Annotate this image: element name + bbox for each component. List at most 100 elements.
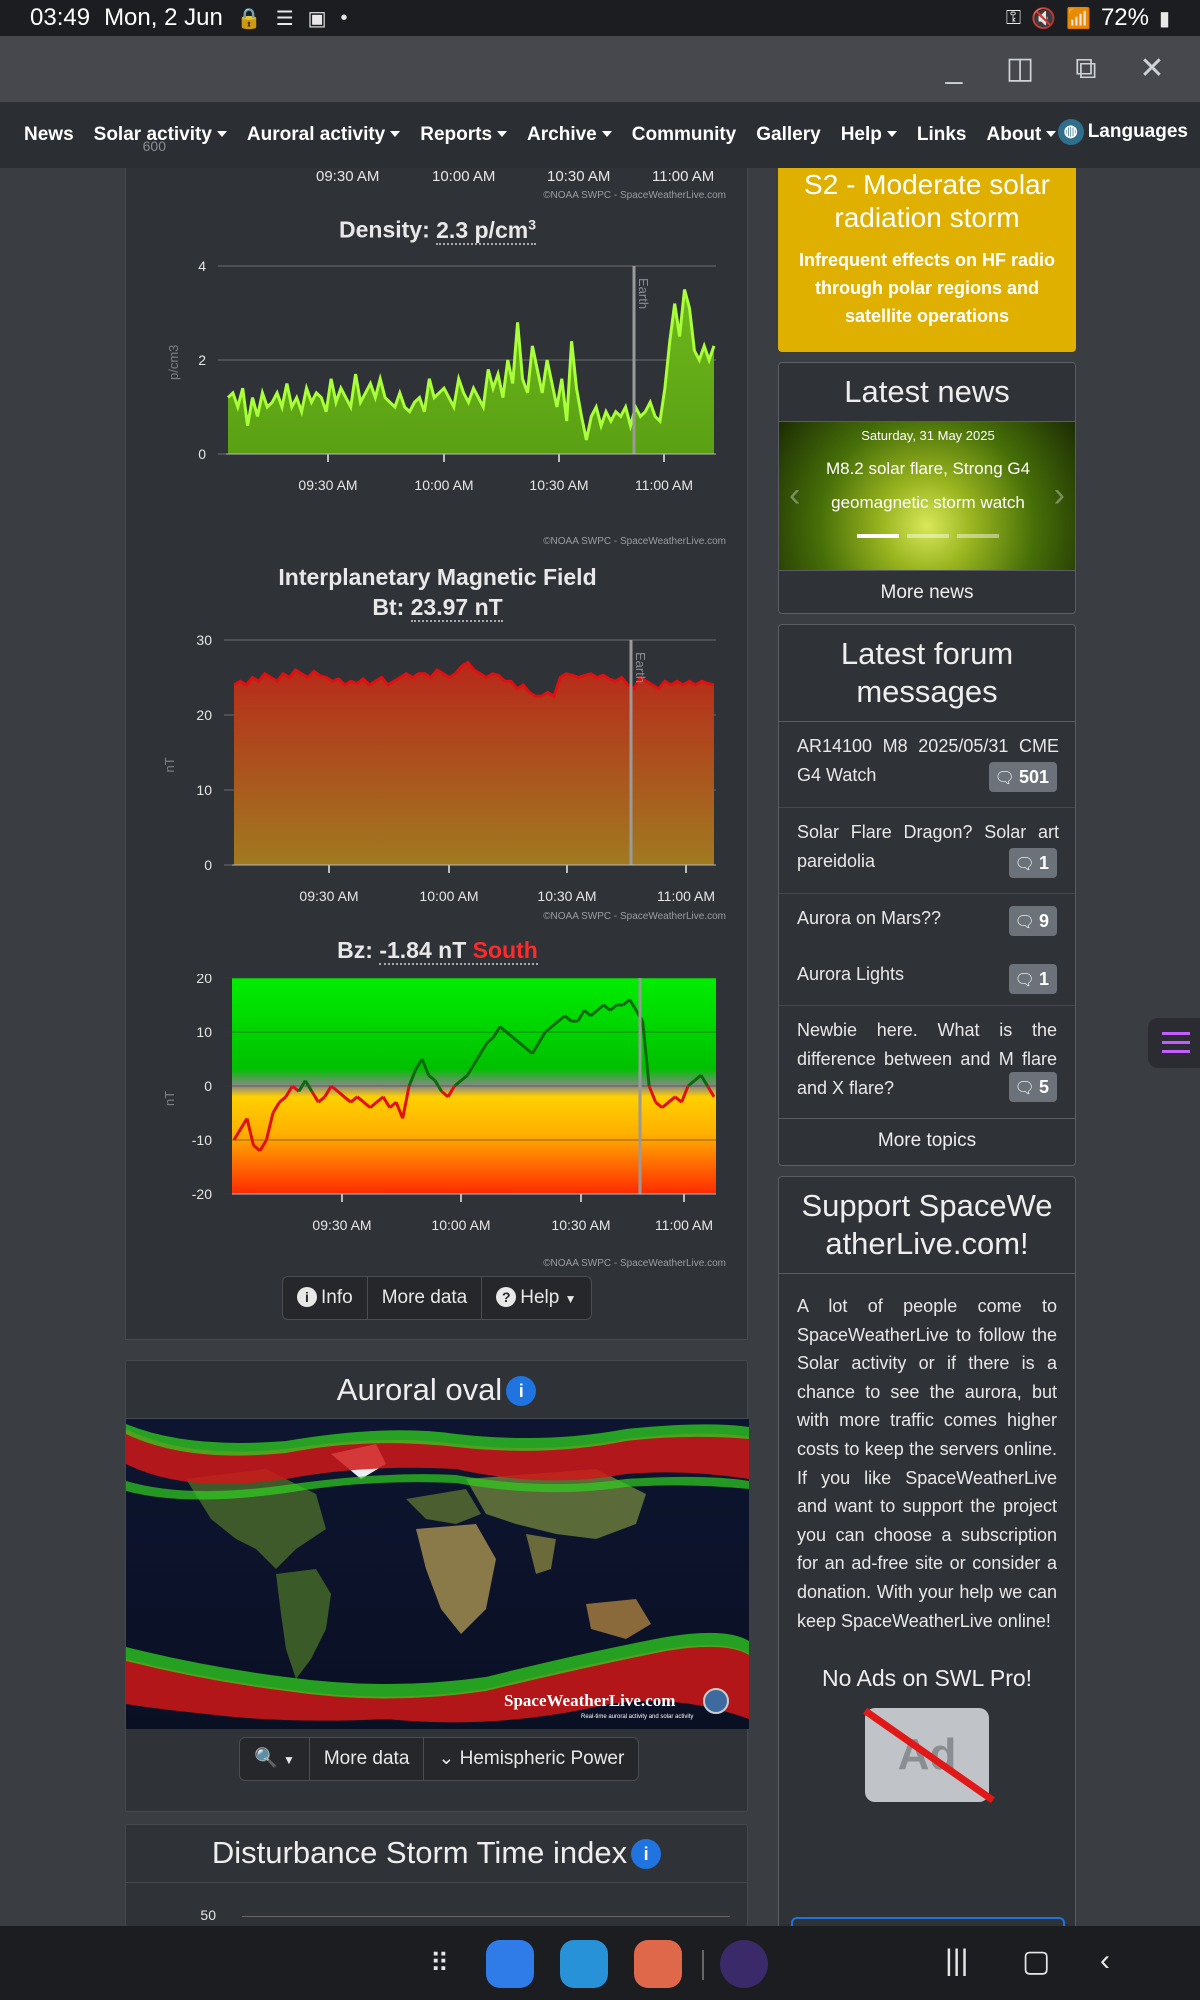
carousel-indicator[interactable] xyxy=(957,534,999,538)
alert-title: S2 - Moderate solar radiation storm xyxy=(804,169,1050,233)
subscribe-button-edge[interactable] xyxy=(791,1917,1065,1926)
edge-panel-handle[interactable] xyxy=(1148,1018,1200,1068)
reply-count: 1 xyxy=(1038,969,1049,989)
reply-count-badge: 🗨 9 xyxy=(1008,906,1057,936)
latest-news-title: Latest news xyxy=(779,363,1075,422)
imf-chart: 0 10 20 30 nT Earth 09:30 AM 10:00 AM 10:30 AM 11… xyxy=(162,632,716,904)
x-tick-label: 09:30 AM xyxy=(299,888,358,904)
more-topics-button[interactable]: More topics xyxy=(779,1118,1075,1162)
info-button[interactable]: i Info xyxy=(283,1277,368,1319)
more-data-button[interactable]: More data xyxy=(368,1277,483,1319)
help-button-label: Help xyxy=(520,1287,560,1308)
nextcloud-app-icon[interactable] xyxy=(560,1940,608,1988)
nav-reports[interactable]: Reports xyxy=(420,124,507,146)
nav-news[interactable]: News xyxy=(24,124,74,146)
files-app-icon[interactable] xyxy=(486,1940,534,1988)
claude-app-icon[interactable] xyxy=(634,1940,682,1988)
y-tick-label: 30 xyxy=(196,632,212,648)
latest-news-card: Latest news Saturday, 31 May 2025 M8.2 s… xyxy=(778,362,1076,614)
x-tick-label: 09:30 AM xyxy=(298,477,357,493)
back-icon[interactable]: ‹ xyxy=(1100,1944,1110,1978)
no-ads-image: Ad xyxy=(863,1708,995,1804)
forum-card: Latest forum messages AR14100 M8 2025/05… xyxy=(778,624,1076,1166)
reply-count-badge: 🗨 1 xyxy=(1008,964,1057,994)
nav-community[interactable]: Community xyxy=(632,124,737,146)
dock-divider xyxy=(702,1950,704,1980)
nav-links[interactable]: Links xyxy=(917,124,967,146)
auroral-oval-header: Auroral oval i xyxy=(126,1361,747,1419)
bz-value-text: -1.84 nT xyxy=(379,937,467,963)
hemispheric-power-label: Hemispheric Power xyxy=(459,1748,625,1769)
imf-title-label: Bt: xyxy=(372,594,405,620)
bz-title: Bz: -1.84 nT South xyxy=(126,937,749,965)
reply-count-badge: 🗨 1 xyxy=(1008,848,1057,878)
globe-icon: ◍ xyxy=(1057,119,1084,145)
popup-view-icon[interactable]: ⧉ xyxy=(1067,50,1105,88)
map-watermark: SpaceWeatherLive.com xyxy=(504,1691,675,1710)
more-news-button[interactable]: More news xyxy=(779,570,1075,613)
x-tick-label: 10:00 AM xyxy=(414,477,473,493)
nav-auroral-activity[interactable]: Auroral activity xyxy=(247,124,400,146)
firefox-app-icon[interactable] xyxy=(720,1940,768,1988)
x-tick-label: 10:00 AM xyxy=(419,888,478,904)
nav-gallery[interactable]: Gallery xyxy=(756,124,820,146)
forum-item[interactable]: AR14100 M8 2025/05/31 CME G4 Watch 🗨 501 xyxy=(779,722,1075,808)
dst-card: Disturbance Storm Time index i 50 xyxy=(125,1824,748,1926)
alert-box[interactable]: S2 - Moderate solar radiation storm Infr… xyxy=(778,168,1076,352)
carousel-next-icon[interactable]: › xyxy=(1054,476,1065,515)
info-icon[interactable]: i xyxy=(506,1376,537,1406)
bz-value: -1.84 nT South xyxy=(379,937,538,965)
app-drawer-icon[interactable]: ⠿ xyxy=(430,1948,451,1979)
forum-item[interactable]: Aurora on Mars?? 🗨 9 xyxy=(779,894,1075,950)
news-date: Saturday, 31 May 2025 xyxy=(861,428,995,443)
zoom-dropdown-button[interactable]: 🔍 ▼ xyxy=(240,1738,310,1780)
nav-help[interactable]: Help xyxy=(841,124,897,146)
map-watermark-sub: Real-time auroral activity and solar act… xyxy=(581,1714,693,1720)
forum-item[interactable]: Solar Flare Dragon? Solar art pareidolia… xyxy=(779,808,1075,894)
y-tick-label: 0 xyxy=(198,446,206,462)
languages-button[interactable]: ◍ Languages xyxy=(1057,119,1188,145)
forum-item[interactable]: Aurora Lights 🗨 1 xyxy=(779,950,1075,1006)
minimize-icon[interactable]: _ xyxy=(935,50,973,88)
logo-globe xyxy=(703,1688,729,1714)
auroral-oval-map[interactable]: SpaceWeatherLive.com Real-time auroral a… xyxy=(126,1419,749,1729)
nav-about[interactable]: About xyxy=(987,124,1057,146)
recents-icon[interactable]: ||| xyxy=(945,1944,968,1978)
support-text: A lot of people come to SpaceWeatherLive… xyxy=(797,1296,1057,1631)
carousel-indicator-active[interactable] xyxy=(857,534,899,538)
nav-archive[interactable]: Archive xyxy=(527,124,612,146)
hemispheric-power-button[interactable]: ⌄ Hemispheric Power xyxy=(424,1738,638,1780)
zoom-icon: 🔍 xyxy=(254,1748,278,1769)
bz-direction: South xyxy=(472,937,538,963)
auroral-more-data-button[interactable]: More data xyxy=(310,1738,425,1780)
support-card: Support SpaceWeatherLive.com! A lot of p… xyxy=(778,1176,1076,1926)
chart-credit: ©NOAA SWPC - SpaceWeatherLive.com xyxy=(543,1258,726,1269)
y-tick-label: 4 xyxy=(198,258,206,274)
stack-icon: ☰ xyxy=(275,7,294,30)
solar-wind-panel: 600 09:30 AM 10:00 AM 10:30 AM 11:00 AM … xyxy=(125,138,749,1340)
window-control-bar: _ ◫ ⧉ ✕ xyxy=(0,36,1200,102)
chat-bubble-icon: 🗨 xyxy=(994,770,1015,787)
dst-header: Disturbance Storm Time index i xyxy=(126,1825,747,1883)
split-view-icon[interactable]: ◫ xyxy=(1001,50,1039,88)
home-icon[interactable]: ▢ xyxy=(1022,1944,1050,1979)
no-ads-heading: No Ads on SWL Pro! xyxy=(821,1665,1033,1692)
earth-marker-label: Earth xyxy=(636,278,651,309)
y-tick-label: -20 xyxy=(192,1186,212,1202)
info-icon[interactable]: i xyxy=(631,1839,662,1869)
auroral-oval-title: Auroral oval xyxy=(336,1372,503,1407)
carousel-prev-icon[interactable]: ‹ xyxy=(789,476,800,515)
carousel-indicator[interactable] xyxy=(907,534,949,538)
chat-bubble-icon: 🗨 xyxy=(1014,972,1035,989)
y-tick-label: 0 xyxy=(204,1078,212,1094)
y-axis-label: nT xyxy=(162,1091,177,1106)
chart-credit: ©NOAA SWPC - SpaceWeatherLive.com xyxy=(543,911,726,922)
speed-xtick: 10:00 AM xyxy=(432,168,496,185)
help-dropdown-button[interactable]: ? Help ▼ xyxy=(482,1277,590,1319)
languages-label: Languages xyxy=(1087,121,1188,142)
reply-count: 501 xyxy=(1018,767,1049,787)
mute-icon: 🔇 xyxy=(1031,7,1057,30)
news-carousel[interactable]: Saturday, 31 May 2025 M8.2 solar flare, … xyxy=(779,422,1075,570)
forum-item[interactable]: Newbie here. What is the difference betw… xyxy=(779,1006,1075,1118)
close-icon[interactable]: ✕ xyxy=(1133,50,1171,88)
